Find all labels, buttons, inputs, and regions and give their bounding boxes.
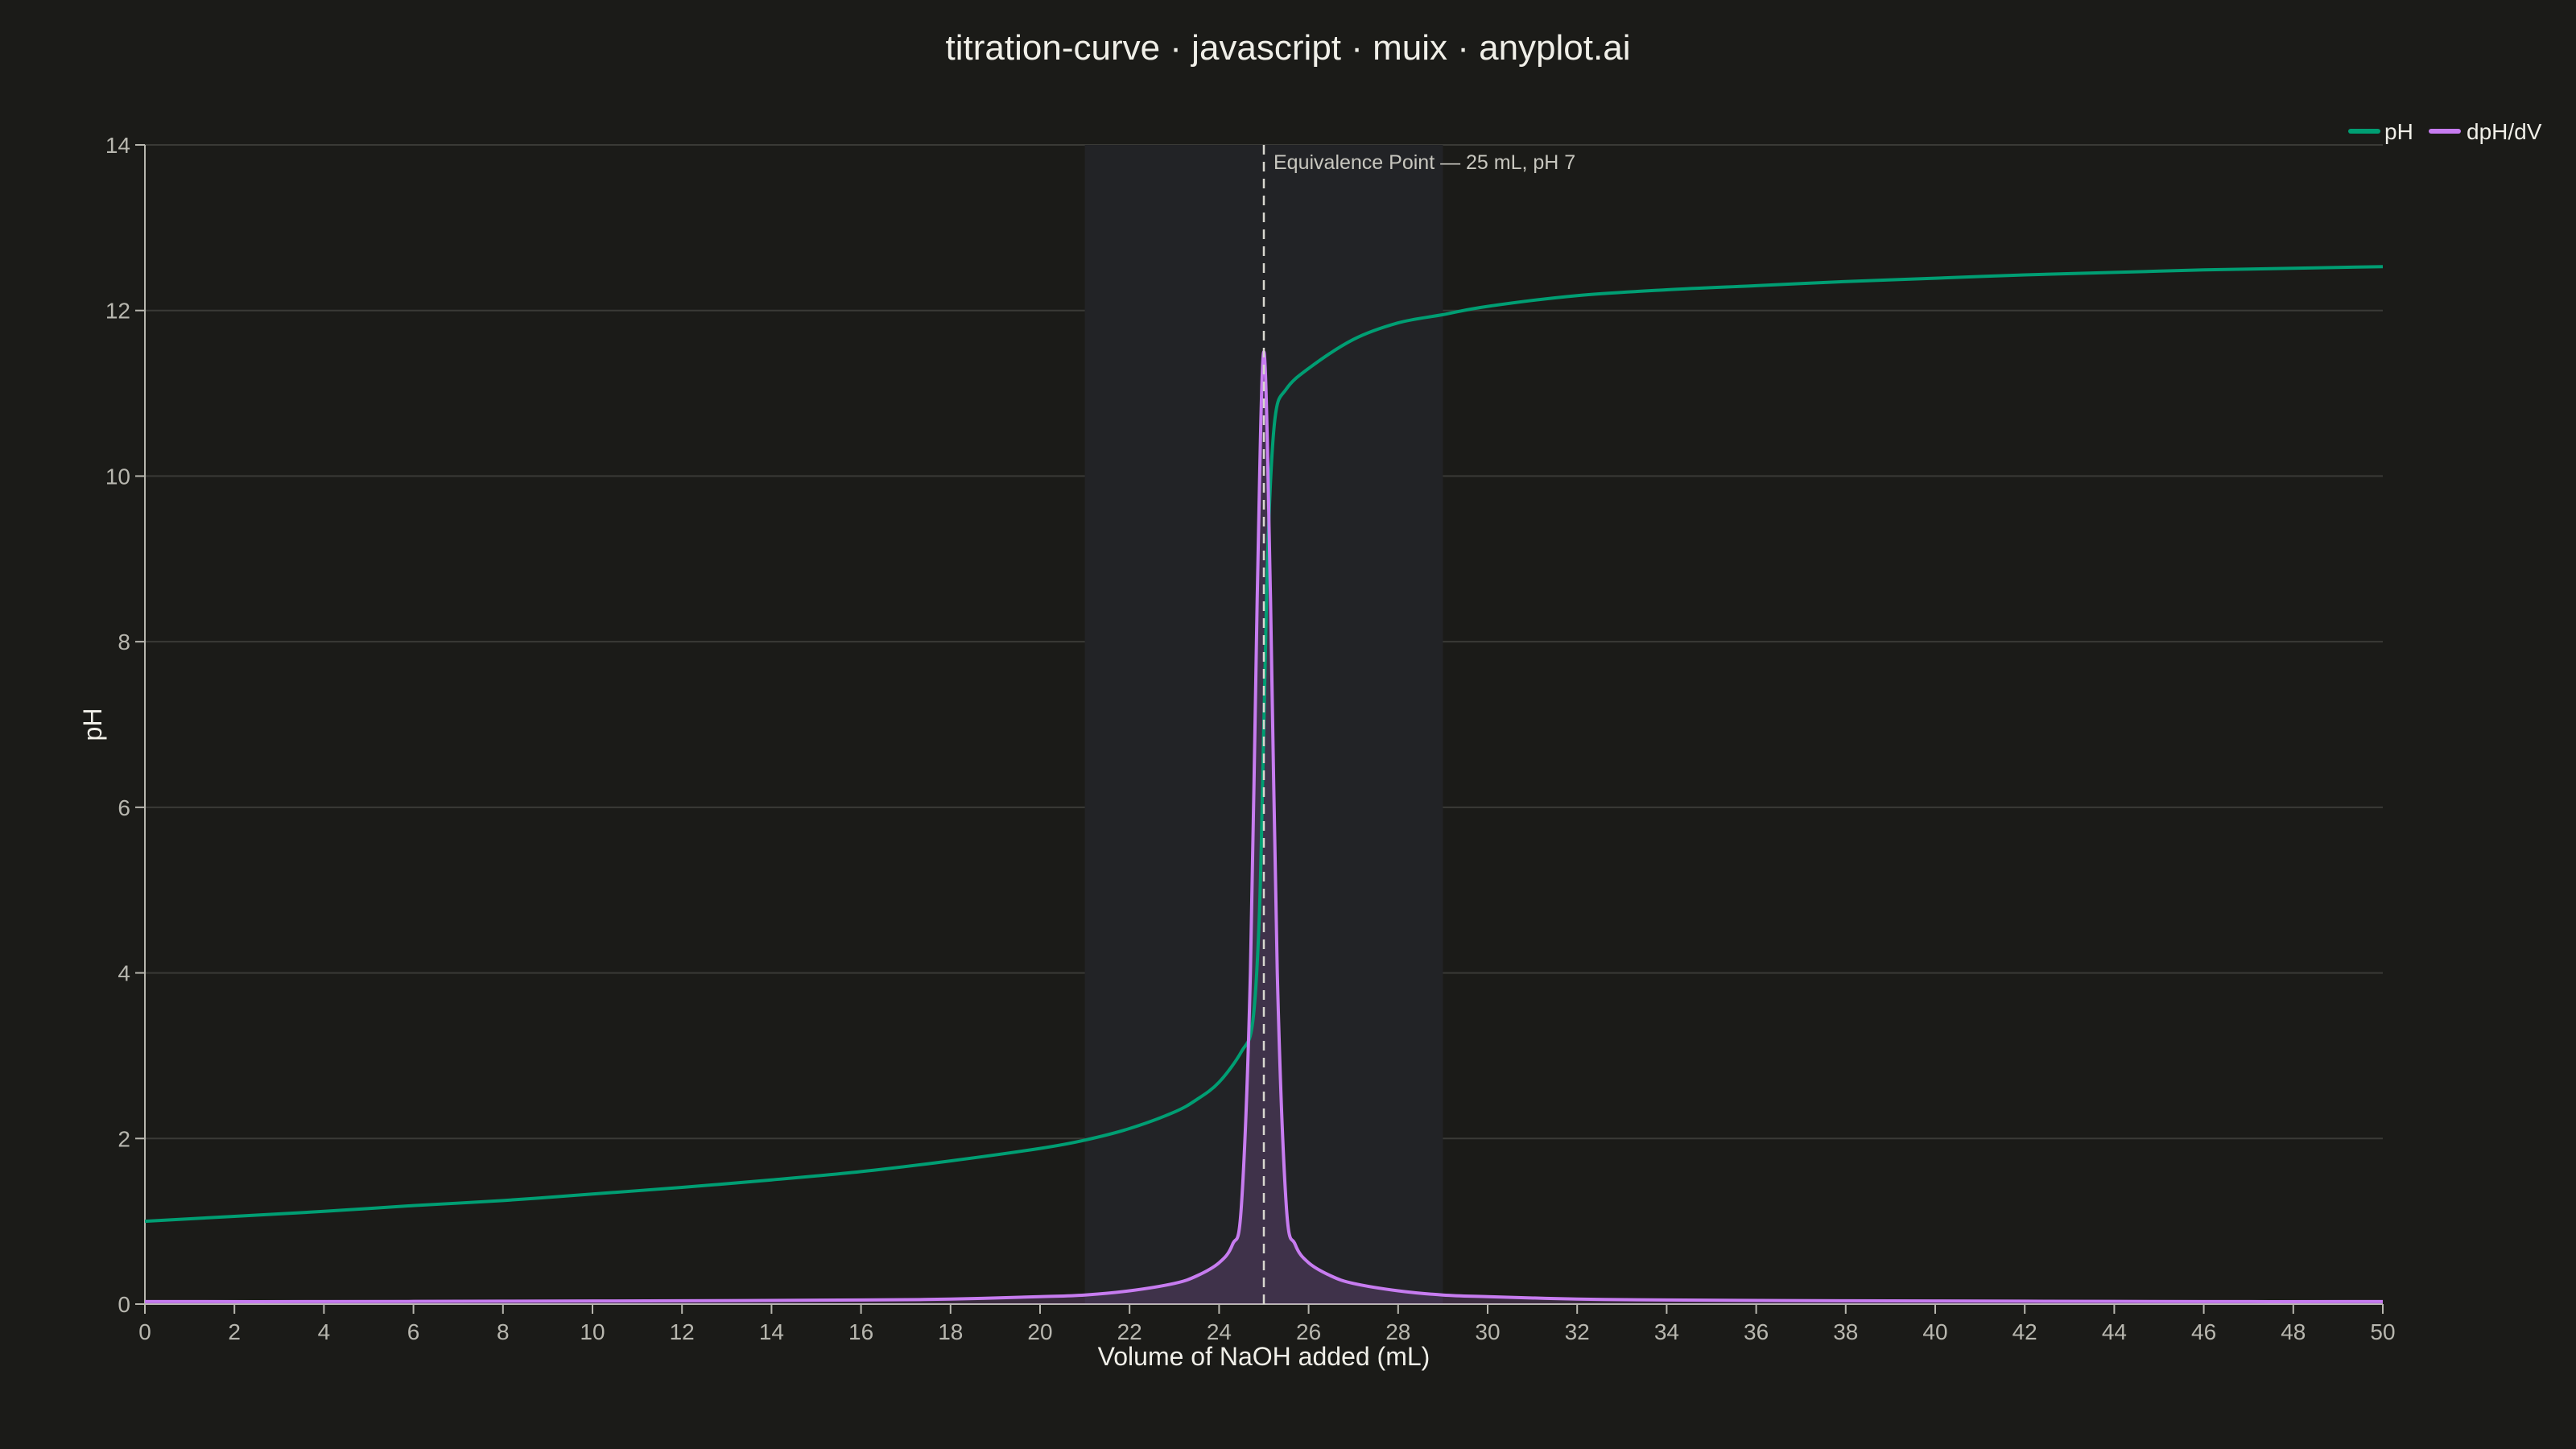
chart-title: titration-curve · javascript · muix · an…	[946, 28, 1631, 68]
x-tick-label-20: 20	[1027, 1319, 1052, 1344]
x-tick-label-4: 4	[318, 1319, 331, 1344]
x-tick-label-46: 46	[2191, 1319, 2216, 1344]
x-tick-label-2: 2	[228, 1319, 241, 1344]
legend: pH dpH/dV	[2348, 119, 2542, 144]
x-axis-title: Volume of NaOH added (mL)	[1098, 1342, 1430, 1371]
y-tick-label-12: 12	[105, 299, 130, 324]
legend-label-0: pH	[2384, 119, 2413, 144]
y-tick-label-8: 8	[118, 630, 130, 654]
legend-label-1: dpH/dV	[2467, 119, 2542, 144]
x-tick-label-8: 8	[497, 1319, 510, 1344]
x-tick-label-16: 16	[848, 1319, 873, 1344]
equivalence-point-label: Equivalence Point — 25 mL, pH 7	[1274, 151, 1575, 174]
x-tick-label-50: 50	[2370, 1319, 2395, 1344]
y-axis-title: pH	[78, 708, 107, 741]
x-tick-label-40: 40	[1922, 1319, 1947, 1344]
x-tick-label-42: 42	[2013, 1319, 2037, 1344]
x-tick-label-6: 6	[407, 1319, 420, 1344]
x-tick-label-28: 28	[1385, 1319, 1410, 1344]
x-tick-label-30: 30	[1475, 1319, 1500, 1344]
x-tick-label-22: 22	[1117, 1319, 1142, 1344]
y-tick-label-14: 14	[105, 133, 130, 158]
y-tick-label-2: 2	[118, 1126, 130, 1151]
y-tick-label-10: 10	[105, 464, 130, 489]
x-tick-label-0: 0	[138, 1319, 151, 1344]
x-tick-label-32: 32	[1565, 1319, 1590, 1344]
x-tick-label-10: 10	[580, 1319, 605, 1344]
x-tick-label-48: 48	[2281, 1319, 2306, 1344]
x-tick-label-34: 34	[1654, 1319, 1679, 1344]
x-tick-label-26: 26	[1296, 1319, 1321, 1344]
titration-chart: titration-curve · javascript · muix · an…	[0, 0, 2576, 1449]
x-tick-label-36: 36	[1744, 1319, 1769, 1344]
x-tick-label-14: 14	[759, 1319, 784, 1344]
x-tick-label-44: 44	[2102, 1319, 2127, 1344]
x-tick-label-24: 24	[1207, 1319, 1232, 1344]
y-tick-label-0: 0	[118, 1292, 130, 1317]
y-tick-label-4: 4	[118, 961, 130, 986]
y-tick-label-6: 6	[118, 795, 130, 820]
x-tick-label-18: 18	[938, 1319, 963, 1344]
x-tick-label-38: 38	[1833, 1319, 1858, 1344]
chart-canvas: titration-curve · javascript · muix · an…	[78, 28, 2542, 1371]
x-tick-label-12: 12	[670, 1319, 695, 1344]
